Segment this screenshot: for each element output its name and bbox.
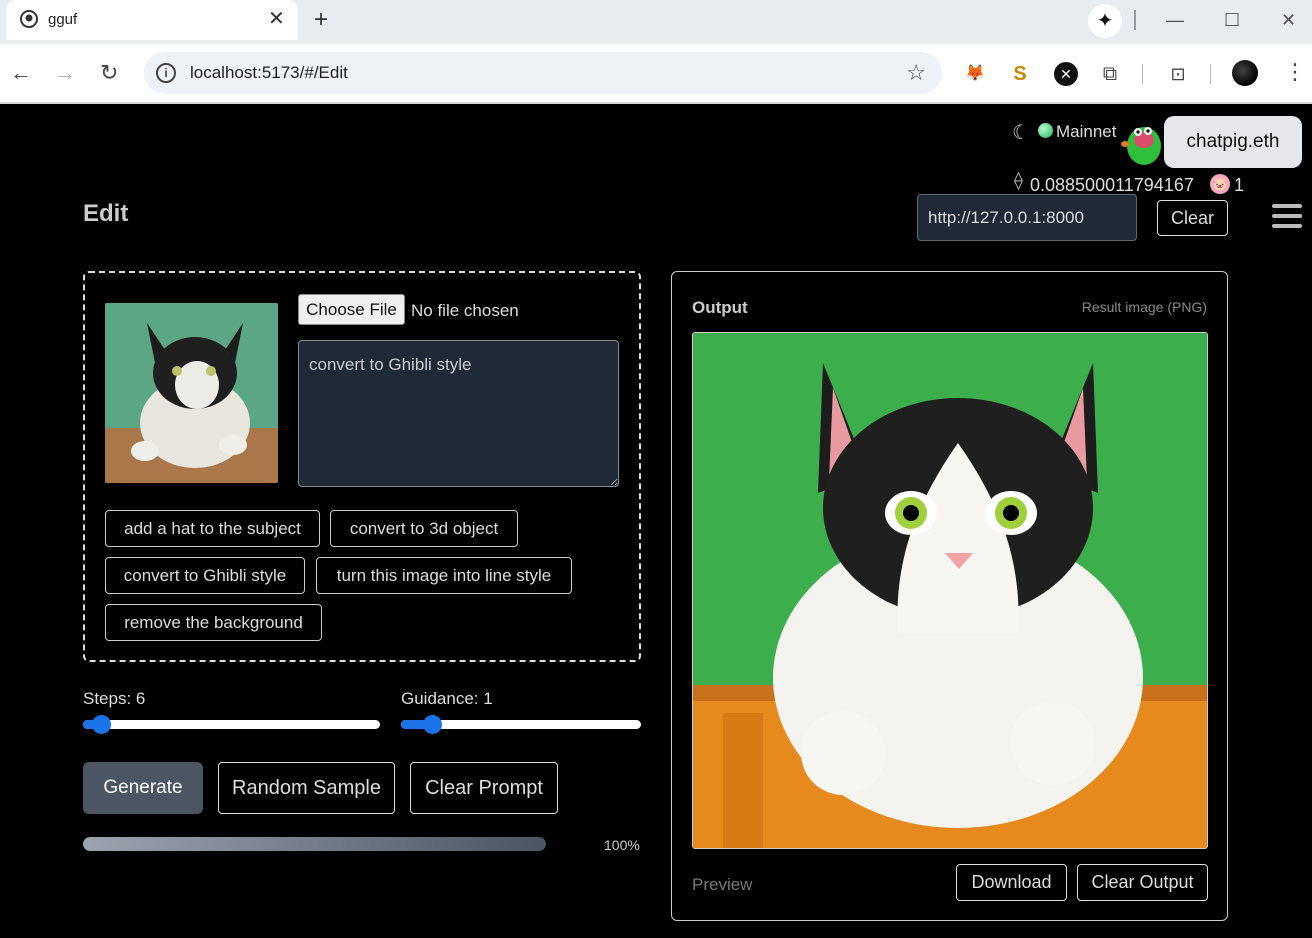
- hamburger-menu-icon[interactable]: [1272, 204, 1302, 230]
- random-sample-button[interactable]: Random Sample: [218, 762, 395, 814]
- guidance-label: Guidance: 1: [401, 689, 493, 708]
- file-status-text: No file chosen: [411, 301, 519, 320]
- guidance-slider-thumb[interactable]: [423, 715, 442, 734]
- tab-title: gguf: [48, 11, 78, 28]
- ethereum-icon: ⟠: [1014, 170, 1023, 190]
- network-status-dot: [1038, 123, 1053, 138]
- browser-tab[interactable]: gguf ✕: [6, 0, 298, 40]
- clear-prompt-button[interactable]: Clear Prompt: [410, 762, 558, 814]
- generate-button[interactable]: Generate: [83, 762, 203, 814]
- toolbar-divider: [1210, 64, 1211, 84]
- toolbar-divider: [1142, 64, 1143, 84]
- metamask-icon[interactable]: 🦊: [963, 62, 987, 86]
- cast-search-icon[interactable]: ⊡: [1166, 62, 1190, 86]
- address-url: localhost:5173/#/Edit: [190, 63, 348, 82]
- app-root: ☾ Mainnet chatpig.eth ⟠ 0.08850001179416…: [0, 104, 1312, 938]
- steps-slider-thumb[interactable]: [92, 715, 111, 734]
- preset-3d-button[interactable]: convert to 3d object: [330, 510, 518, 547]
- forward-icon[interactable]: →: [54, 60, 76, 86]
- preset-remove-bg-button[interactable]: remove the background: [105, 604, 322, 641]
- preset-hat-button[interactable]: add a hat to the subject: [105, 510, 320, 547]
- maximize-icon[interactable]: ☐: [1224, 8, 1240, 32]
- choose-file-button[interactable]: Choose File: [298, 294, 405, 325]
- progress-bar-fill: [83, 837, 546, 851]
- download-button[interactable]: Download: [956, 864, 1067, 901]
- api-url-input[interactable]: [917, 194, 1137, 241]
- new-tab-icon[interactable]: +: [314, 7, 328, 33]
- tabbar-divider: [1134, 10, 1136, 30]
- prompt-textarea[interactable]: [298, 340, 619, 487]
- pig-avatar-icon: [1121, 127, 1161, 165]
- page-title: Edit: [83, 200, 129, 227]
- eth-balance: 0.088500011794167: [1030, 175, 1194, 195]
- site-info-icon[interactable]: i: [156, 63, 176, 83]
- pig-token-icon: 🐷: [1210, 174, 1230, 194]
- preset-line-style-button[interactable]: turn this image into line style: [316, 557, 572, 594]
- output-panel: Output Result image (PNG) Preview Downlo…: [671, 271, 1228, 921]
- clear-output-button[interactable]: Clear Output: [1077, 864, 1208, 901]
- extension-s-icon[interactable]: S: [1008, 62, 1032, 86]
- output-meta: Result image (PNG): [1081, 299, 1207, 315]
- gemini-icon[interactable]: ✦: [1088, 4, 1122, 38]
- back-icon[interactable]: ←: [10, 60, 32, 86]
- close-tab-icon[interactable]: ✕: [268, 8, 285, 30]
- input-image-thumbnail: [105, 303, 278, 483]
- output-image: [692, 332, 1208, 849]
- progress-bar: [83, 837, 546, 851]
- bookmark-star-icon[interactable]: ☆: [906, 60, 926, 86]
- clear-api-button[interactable]: Clear: [1157, 200, 1228, 236]
- preset-ghibli-button[interactable]: convert to Ghibli style: [105, 557, 305, 594]
- pig-token-count: 1: [1234, 175, 1245, 195]
- reload-icon[interactable]: ↻: [100, 60, 118, 86]
- address-bar[interactable]: i localhost:5173/#/Edit ☆: [144, 52, 942, 94]
- window-close-icon[interactable]: ✕: [1281, 8, 1296, 32]
- browser-toolbar: ← → ↻ i localhost:5173/#/Edit ☆ 🦊 S ✕ ⧉ …: [0, 44, 1312, 104]
- minimize-icon[interactable]: —: [1166, 8, 1184, 32]
- input-panel: Choose File No file chosen add a hat to …: [83, 271, 641, 662]
- network-label: Mainnet: [1056, 122, 1117, 141]
- profile-avatar[interactable]: [1232, 60, 1258, 86]
- more-menu-icon[interactable]: ⋮: [1284, 58, 1306, 86]
- guidance-slider[interactable]: [401, 715, 641, 734]
- preview-label: Preview: [692, 875, 753, 894]
- steps-slider[interactable]: [83, 715, 380, 734]
- moon-icon[interactable]: ☾: [1012, 120, 1030, 145]
- extensions-puzzle-icon[interactable]: ⧉: [1098, 62, 1122, 86]
- ens-name-badge[interactable]: chatpig.eth: [1164, 116, 1302, 168]
- steps-label: Steps: 6: [83, 689, 146, 708]
- github-icon: [20, 10, 38, 28]
- progress-text: 100%: [604, 837, 640, 853]
- extension-x-icon[interactable]: ✕: [1054, 62, 1078, 86]
- browser-tabbar: gguf ✕ + ✦ — ☐ ✕: [0, 0, 1312, 44]
- output-title: Output: [692, 298, 748, 317]
